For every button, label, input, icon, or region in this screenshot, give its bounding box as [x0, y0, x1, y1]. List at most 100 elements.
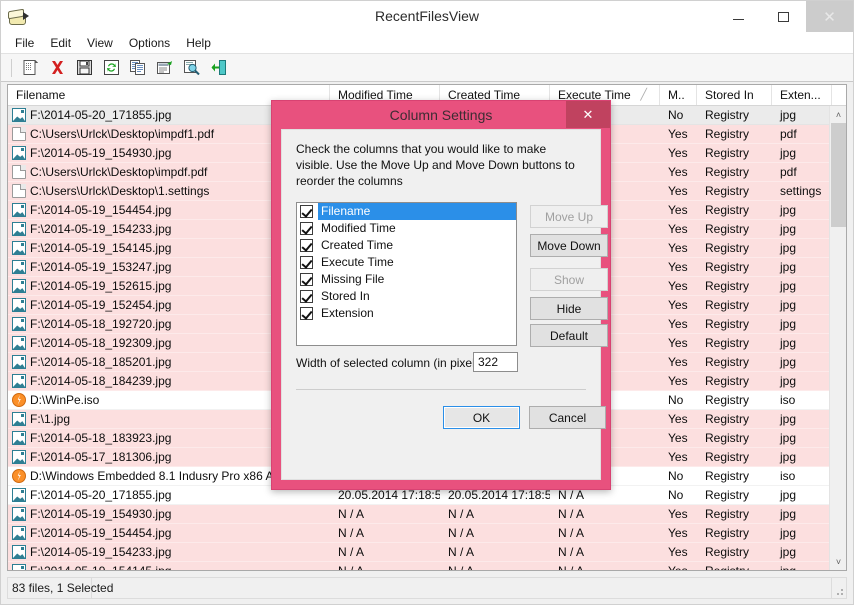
- show-button[interactable]: Show: [530, 268, 608, 291]
- column-visible-checkbox[interactable]: [300, 205, 313, 218]
- table-row[interactable]: F:\2014-05-19_154233.jpg N / A N / A N / A Y…: [8, 543, 829, 562]
- cell-extension: jpg: [780, 374, 797, 388]
- filename-text: F:\2014-05-19_154930.jpg: [30, 507, 172, 521]
- ok-button[interactable]: OK: [443, 406, 520, 429]
- cell-extension: jpg: [780, 241, 797, 255]
- cell-filename: F:\2014-05-19_154454.jpg: [8, 524, 330, 542]
- image-file-icon: [12, 108, 26, 122]
- properties-icon[interactable]: [19, 58, 41, 78]
- column-visible-checkbox[interactable]: [300, 290, 313, 303]
- resize-grip-icon[interactable]: [832, 578, 846, 598]
- width-label: Width of selected column (in pixels):: [296, 356, 489, 370]
- column-header-label: M..: [668, 88, 685, 102]
- image-file-icon: [12, 545, 26, 559]
- column-header-label: Filename: [16, 88, 66, 102]
- delete-icon[interactable]: [46, 58, 68, 78]
- default-button[interactable]: Default: [530, 324, 608, 347]
- menu-item-file[interactable]: File: [7, 33, 42, 53]
- status-pane-secondary: [92, 578, 832, 598]
- save-icon[interactable]: [73, 58, 95, 78]
- html-report-icon[interactable]: [154, 58, 176, 78]
- cell-extension: jpg: [780, 431, 797, 445]
- cell-stored-in: Registry: [705, 469, 750, 483]
- filename-text: C:\Users\Urlck\Desktop\1.settings: [30, 184, 210, 198]
- table-row[interactable]: F:\2014-05-19_154454.jpg N / A N / A N / A Y…: [8, 524, 829, 543]
- column-list-item[interactable]: Execute Time: [297, 254, 516, 271]
- table-row[interactable]: F:\2014-05-19_154145.jpgN / AN / AN / AY…: [8, 562, 829, 570]
- menu-item-options[interactable]: Options: [121, 33, 178, 53]
- image-file-icon: [12, 146, 26, 160]
- cell-extension: jpg: [780, 526, 797, 540]
- column-visible-checkbox[interactable]: [300, 273, 313, 286]
- find-icon[interactable]: [181, 58, 203, 78]
- filename-text: C:\Users\Urlck\Desktop\impdf1.pdf: [30, 127, 215, 141]
- scroll-up-arrow-icon[interactable]: ˄: [830, 106, 846, 123]
- filename-text: F:\2014-05-18_192309.jpg: [30, 336, 172, 350]
- cell-extension: pdf: [780, 165, 797, 179]
- filename-text: F:\2014-05-19_152615.jpg: [30, 279, 172, 293]
- image-file-icon: [12, 412, 26, 426]
- cell-stored-in: Registry: [705, 374, 750, 388]
- table-row[interactable]: F:\2014-05-19_154930.jpg N / A N / A N / A Y…: [8, 505, 829, 524]
- filename-text: F:\2014-05-18_192720.jpg: [30, 317, 172, 331]
- move-down-button[interactable]: Move Down: [530, 234, 608, 257]
- move-up-button[interactable]: Move Up: [530, 205, 608, 228]
- cell-extension: jpg: [780, 279, 797, 293]
- status-bar: 83 files, 1 Selected: [7, 577, 847, 599]
- menu-item-help[interactable]: Help: [178, 33, 219, 53]
- column-visible-checkbox[interactable]: [300, 239, 313, 252]
- cell-extension: iso: [780, 393, 796, 407]
- menu-item-view[interactable]: View: [79, 33, 121, 53]
- exit-icon[interactable]: [208, 58, 230, 78]
- cell-stored-in: Registry: [705, 526, 750, 540]
- cell-extension: settings: [780, 184, 822, 198]
- column-header-stored-in[interactable]: Stored In: [697, 85, 772, 105]
- list-vertical-scrollbar[interactable]: ˄ ˅: [829, 106, 846, 570]
- cell-modified-time: N / A: [338, 526, 365, 540]
- column-header-exten[interactable]: Exten...: [772, 85, 832, 105]
- copy-icon[interactable]: [127, 58, 149, 78]
- filename-text: C:\Users\Urlck\Desktop\impdf.pdf: [30, 165, 208, 179]
- cell-filename: F:\2014-05-19_154930.jpg: [8, 505, 330, 523]
- minimize-button[interactable]: [716, 1, 761, 32]
- column-visible-checkbox[interactable]: [300, 256, 313, 269]
- hide-button[interactable]: Hide: [530, 297, 608, 320]
- cell-stored-in: Registry: [705, 222, 750, 236]
- image-file-icon: [12, 507, 26, 521]
- cell-extension: jpg: [780, 336, 797, 350]
- filename-text: D:\Windows Embedded 8.1 Indusry Pro x86 …: [30, 469, 283, 483]
- cell-extension: jpg: [780, 488, 797, 502]
- refresh-icon[interactable]: [100, 58, 122, 78]
- column-list-item[interactable]: Modified Time: [297, 220, 516, 237]
- cell-extension: jpg: [780, 317, 797, 331]
- column-header-m[interactable]: M..: [660, 85, 697, 105]
- cell-missing-file: Yes: [668, 146, 688, 160]
- column-width-input[interactable]: 322: [473, 352, 518, 372]
- maximize-button[interactable]: [761, 1, 806, 32]
- column-list-item[interactable]: Missing File: [297, 271, 516, 288]
- image-file-icon: [12, 222, 26, 236]
- filename-text: F:\2014-05-19_154930.jpg: [30, 146, 172, 160]
- cell-missing-file: Yes: [668, 412, 688, 426]
- cell-extension: jpg: [780, 203, 797, 217]
- scrollbar-thumb[interactable]: [831, 123, 846, 227]
- close-button[interactable]: ✕: [806, 1, 853, 32]
- cell-stored-in: Registry: [705, 507, 750, 521]
- window-controls: ✕: [716, 1, 853, 32]
- cell-missing-file: Yes: [668, 279, 688, 293]
- cell-missing-file: Yes: [668, 260, 688, 274]
- cancel-button[interactable]: Cancel: [529, 406, 606, 429]
- iso-file-icon: [12, 393, 26, 407]
- menu-item-edit[interactable]: Edit: [42, 33, 79, 53]
- column-list-item[interactable]: Stored In: [297, 288, 516, 305]
- document-file-icon: [12, 165, 26, 179]
- column-list-item[interactable]: Extension: [297, 305, 516, 322]
- scroll-down-arrow-icon[interactable]: ˅: [830, 553, 846, 570]
- dialog-close-button[interactable]: ✕: [566, 101, 610, 128]
- column-list-item-label: Missing File: [321, 272, 385, 286]
- column-checklist[interactable]: Filename Modified Time Created Time Execute…: [296, 202, 517, 346]
- column-list-item[interactable]: Filename: [297, 203, 516, 220]
- column-list-item[interactable]: Created Time: [297, 237, 516, 254]
- column-visible-checkbox[interactable]: [300, 222, 313, 235]
- column-visible-checkbox[interactable]: [300, 307, 313, 320]
